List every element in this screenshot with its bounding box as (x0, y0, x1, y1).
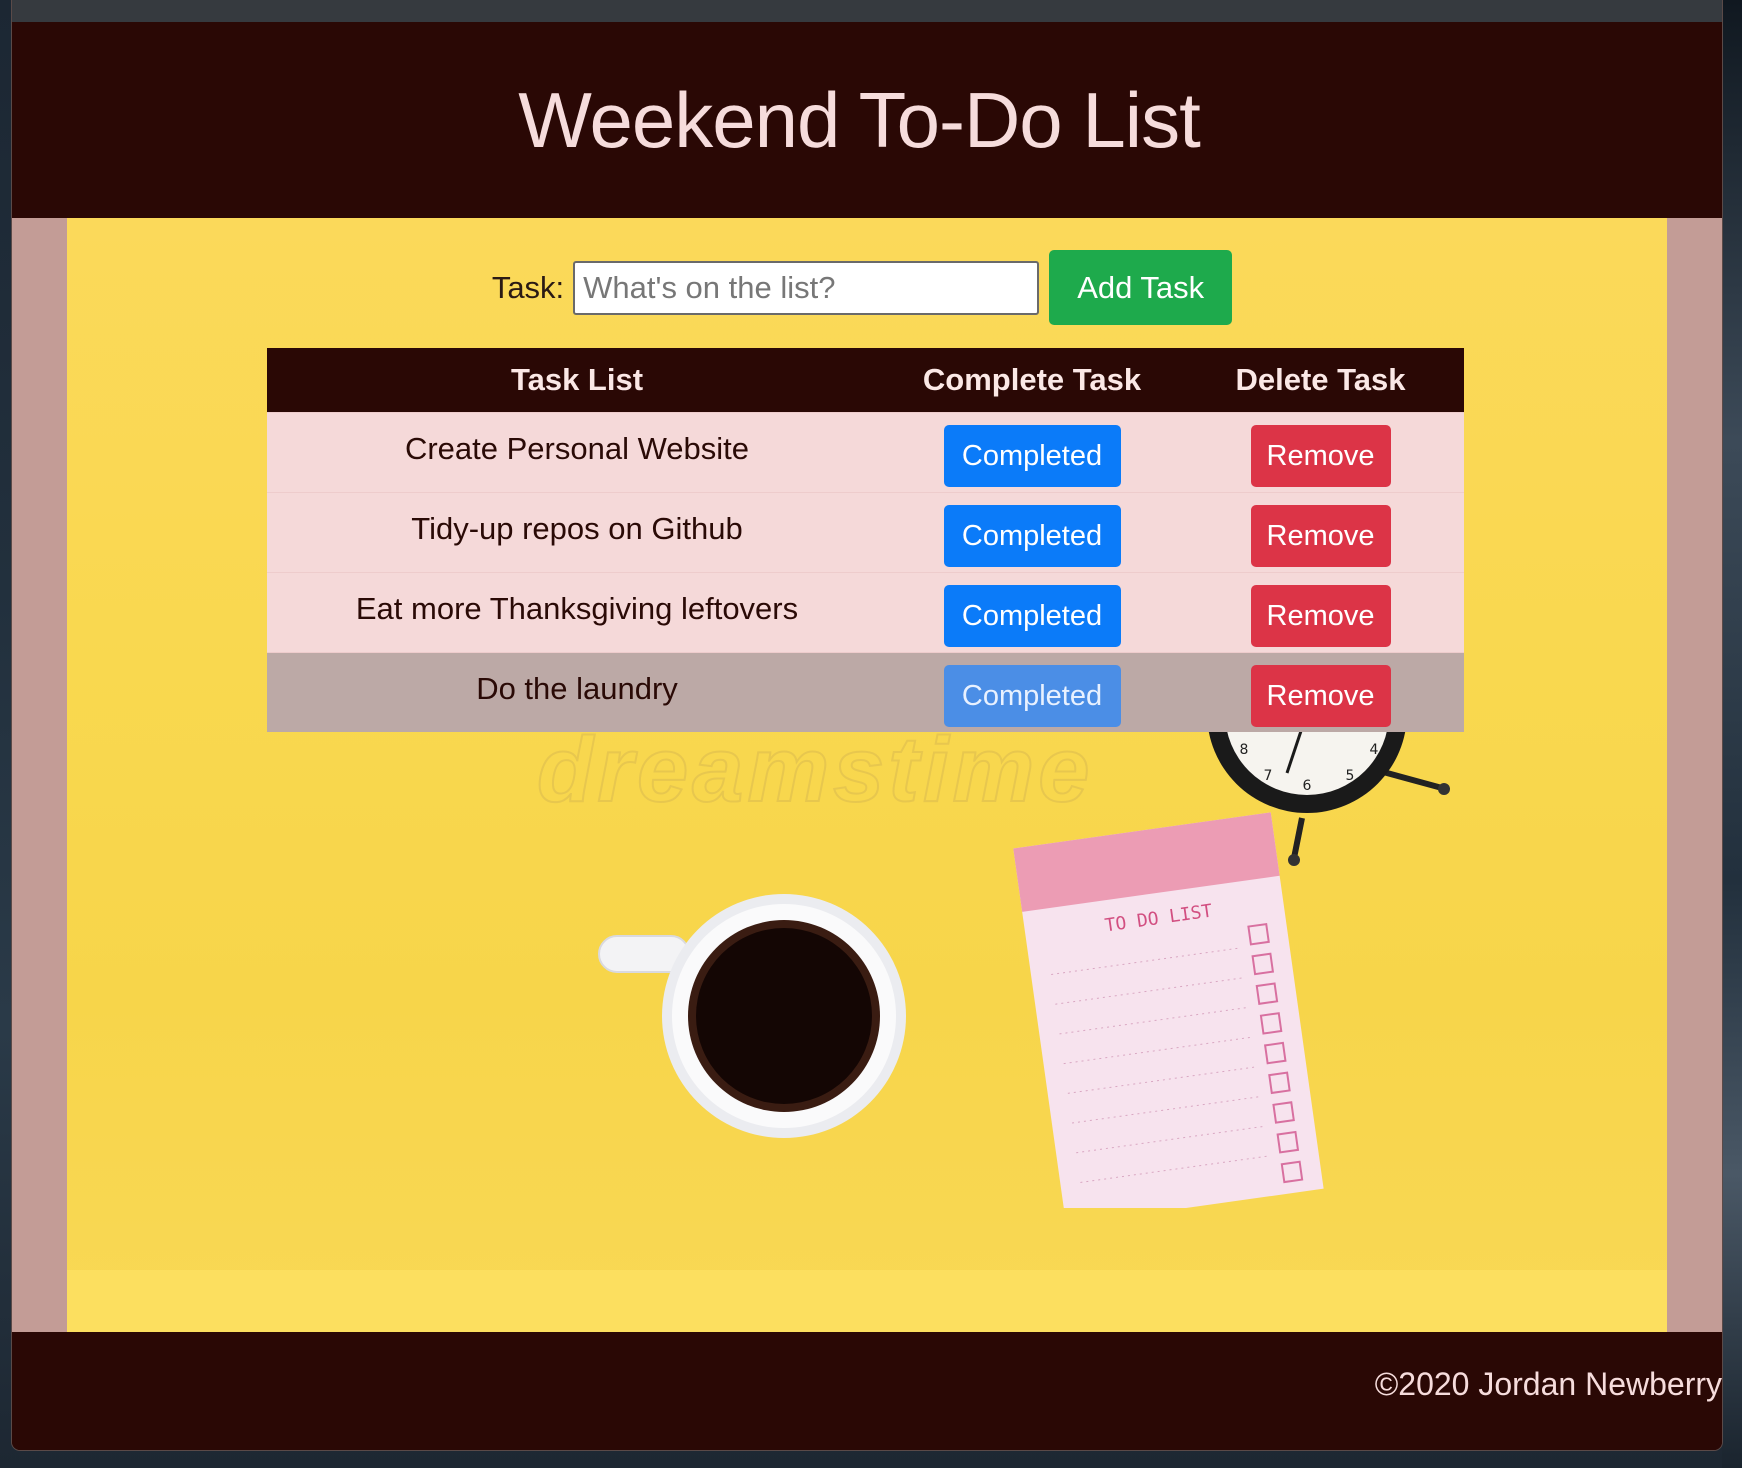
column-header-delete-task: Delete Task (1235, 362, 1406, 397)
task-name: Create Personal Website (404, 431, 750, 466)
table-row: Create Personal Website Completed Remove (267, 412, 1464, 492)
browser-window: Weekend To-Do List dreamstime 12 1 2 (12, 0, 1722, 1450)
add-task-button[interactable]: Add Task (1049, 250, 1233, 325)
window-chrome-bar (12, 0, 1722, 23)
task-label: Task: (491, 269, 565, 305)
task-name: Eat more Thanksgiving leftovers (355, 591, 799, 626)
completed-button[interactable]: Completed (943, 665, 1121, 727)
svg-text:8: 8 (1240, 742, 1249, 758)
background-photo-lower-band (67, 1270, 1667, 1332)
remove-button[interactable]: Remove (1250, 585, 1391, 647)
coffee-cup-icon (598, 894, 906, 1138)
svg-text:4: 4 (1370, 742, 1379, 758)
completed-button[interactable]: Completed (943, 585, 1121, 647)
completed-button[interactable]: Completed (943, 505, 1121, 567)
desktop-background (1722, 0, 1742, 1468)
page-title: Weekend To-Do List (518, 75, 1200, 164)
task-name: Tidy-up repos on Github (411, 511, 743, 546)
page-footer: ©2020 Jordan Newberry (12, 1332, 1722, 1450)
remove-button[interactable]: Remove (1250, 425, 1391, 487)
table-row: Eat more Thanksgiving leftovers Complete… (267, 572, 1464, 652)
background-photo: dreamstime 12 1 2 3 4 5 6 (67, 218, 1667, 1332)
svg-text:7: 7 (1264, 768, 1273, 784)
remove-button[interactable]: Remove (1250, 505, 1391, 567)
page-header: Weekend To-Do List (12, 22, 1722, 218)
task-name: Do the laundry (476, 671, 678, 706)
remove-button[interactable]: Remove (1250, 665, 1391, 727)
task-input[interactable] (573, 260, 1040, 315)
table-row: Tidy-up repos on Github Completed Remove (267, 492, 1464, 572)
svg-text:5: 5 (1346, 768, 1355, 784)
svg-text:6: 6 (1303, 778, 1312, 794)
table-header: Task List Complete Task Delete Task (267, 348, 1464, 412)
column-header-complete-task: Complete Task (922, 362, 1142, 397)
table-row: Do the laundry Completed Remove (267, 652, 1464, 732)
column-header-task-list: Task List (510, 362, 644, 397)
completed-button[interactable]: Completed (943, 425, 1121, 487)
task-table: Task List Complete Task Delete Task Crea… (267, 348, 1464, 732)
copyright-text: ©2020 Jordan Newberry (1374, 1366, 1722, 1402)
main-content: dreamstime 12 1 2 3 4 5 6 (12, 218, 1722, 1332)
notepad-icon: TO DO LIST (1013, 812, 1324, 1208)
add-task-form: Task: Add Task (67, 250, 1662, 325)
